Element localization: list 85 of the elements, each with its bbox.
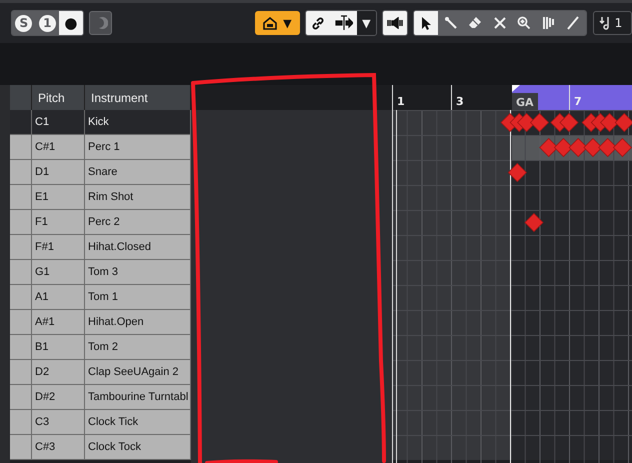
pitch-cell: D2	[32, 360, 85, 385]
pencil-icon	[566, 16, 580, 30]
pitch-cell: G1	[32, 260, 85, 285]
note-lane[interactable]	[392, 435, 632, 460]
row-gutter-cell	[10, 385, 32, 410]
row-gutter-cell	[10, 435, 32, 460]
note-lane[interactable]	[392, 310, 632, 335]
row-gutter-cell	[10, 335, 32, 360]
note-cluster-drawing[interactable]	[550, 112, 579, 132]
instrument-cell: Tambourine Turntabl	[85, 385, 191, 410]
tool-button[interactable]	[414, 11, 438, 35]
pitch-cell: F1	[32, 210, 85, 235]
pitch-cell: A1	[32, 285, 85, 310]
pitch-cell: D#2	[32, 385, 85, 410]
pitch-cell: A#1	[32, 310, 85, 335]
close-icon	[492, 16, 507, 30]
line-tool-icon	[444, 16, 458, 30]
quantize-button[interactable]: 1	[592, 11, 632, 35]
instrument-cell: Kick	[85, 110, 191, 135]
row-gutter-cell	[10, 360, 32, 385]
drum-note[interactable]	[508, 162, 527, 182]
note-lane[interactable]	[392, 235, 632, 260]
note-lane[interactable]	[392, 385, 632, 410]
row-gutter-cell	[10, 310, 32, 335]
instrument-cell: Perc 1	[85, 135, 191, 160]
row-gutter-cell	[10, 185, 32, 210]
pitch-cell: D1	[32, 160, 85, 185]
row-gutter-cell	[10, 410, 32, 435]
mode-button[interactable]: 1	[36, 11, 60, 35]
marker-label[interactable]: GA	[512, 93, 538, 110]
mode-button[interactable]: ●	[59, 11, 83, 35]
instrument-cell: Tom 2	[85, 335, 191, 360]
instrument-cell: Clap SeeUAgain 2	[85, 360, 191, 385]
instrument-cell: Clock Tock	[85, 435, 191, 460]
note-lane[interactable]	[392, 260, 632, 285]
pitch-cell: E1	[32, 185, 85, 210]
house-icon	[263, 16, 278, 30]
instrument-cell: Clock Tick	[85, 410, 191, 435]
dropdown-button[interactable]: ▼	[356, 11, 376, 35]
link-icon	[311, 16, 326, 30]
bars-icon	[542, 16, 556, 30]
eraser-icon	[468, 16, 482, 30]
pitch-cell: C3	[32, 410, 85, 435]
speaker-icon	[386, 17, 403, 29]
row-gutter-cell	[10, 260, 32, 285]
note-lane[interactable]	[392, 285, 632, 310]
note-cluster-drawing[interactable]	[582, 112, 632, 132]
row-gutter-cell	[10, 235, 32, 260]
row-gutter-cell	[10, 285, 32, 310]
pitch-cell: C#3	[32, 435, 85, 460]
instrument-cell: Perc 2	[85, 210, 191, 235]
split-icon	[334, 15, 353, 31]
bar-number: 7	[574, 95, 582, 108]
bar-number: 1	[397, 95, 405, 108]
link-button[interactable]	[306, 11, 332, 35]
split-button[interactable]	[331, 11, 357, 35]
note-lane[interactable]	[392, 335, 632, 360]
note-lane[interactable]	[392, 360, 632, 385]
instrument-cell: Tom 3	[85, 260, 191, 285]
pitch-cell: B1	[32, 335, 85, 360]
pitch-cell: F#1	[32, 235, 85, 260]
column-header[interactable]: Pitch	[32, 85, 85, 110]
bar-number: 3	[456, 95, 464, 108]
snap-button[interactable]: ▼	[255, 11, 300, 35]
row-gutter-cell	[10, 110, 32, 135]
pitch-cell: C1	[32, 110, 85, 135]
column-header	[10, 85, 32, 110]
note-lane[interactable]	[392, 210, 632, 235]
mode-button[interactable]: S	[12, 11, 36, 35]
instrument-cell: Hihat.Open	[85, 310, 191, 335]
pitch-cell: C#1	[32, 135, 85, 160]
column-header[interactable]: Instrument	[85, 85, 191, 110]
arrow-icon	[419, 16, 434, 30]
row-gutter-cell	[10, 135, 32, 160]
instrument-cell: Rim Shot	[85, 185, 191, 210]
note-cluster-drawing[interactable]	[539, 138, 632, 158]
note-icon	[598, 16, 611, 30]
instrument-cell: Tom 1	[85, 285, 191, 310]
row-gutter-cell	[10, 210, 32, 235]
row-gutter-cell	[10, 160, 32, 185]
instrument-cell: Snare	[85, 160, 191, 185]
instrument-cell: Hihat.Closed	[85, 235, 191, 260]
note-lane[interactable]	[392, 410, 632, 435]
note-cluster-drawing[interactable]	[500, 112, 550, 132]
zoom-icon	[517, 16, 532, 30]
